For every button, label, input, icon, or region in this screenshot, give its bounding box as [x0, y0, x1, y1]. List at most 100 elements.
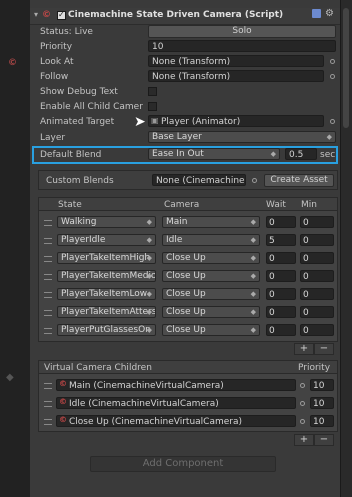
drag-handle-icon[interactable] [44, 292, 52, 298]
enable-children-checkbox[interactable] [148, 102, 157, 111]
state-value: PlayerTakeItemMedio [61, 271, 156, 281]
remove-child-button[interactable]: − [314, 434, 334, 446]
state-value: PlayerTakeItemHigh [61, 253, 151, 263]
object-picker-icon[interactable] [300, 383, 305, 388]
child-priority-field[interactable]: 10 [310, 397, 334, 409]
dropdown-arrow-icon: ◆ [146, 218, 152, 226]
camera-dropdown[interactable]: Close Up ◆ [162, 306, 260, 318]
animated-target-field[interactable]: Player (Animator) [148, 115, 324, 127]
object-picker-icon[interactable] [252, 178, 257, 183]
state-dropdown[interactable]: PlayerTakeItemMedio ◆ [57, 270, 156, 282]
object-picker-icon[interactable] [300, 401, 305, 406]
drag-handle-icon[interactable] [44, 383, 52, 389]
camera-dropdown[interactable]: Main ◆ [162, 216, 260, 228]
min-column-header: Min [301, 200, 317, 210]
lookat-label: Look At [40, 57, 74, 67]
remove-state-button[interactable]: − [314, 343, 334, 355]
min-field[interactable]: 0 [300, 216, 334, 228]
min-field[interactable]: 0 [300, 288, 334, 300]
state-dropdown[interactable]: PlayerTakeItemHigh ◆ [57, 252, 156, 264]
child-priority-field[interactable]: 10 [310, 415, 334, 427]
drag-handle-icon[interactable] [44, 256, 52, 262]
dropdown-arrow-icon: ◆ [146, 254, 152, 262]
scrollbar-thumb[interactable] [343, 8, 349, 128]
object-picker-icon[interactable] [330, 119, 335, 124]
add-child-button[interactable]: + [294, 434, 314, 446]
add-component-button[interactable]: Add Component [90, 456, 276, 472]
settings-icon[interactable]: ⚙ [325, 8, 334, 19]
min-field[interactable]: 0 [300, 252, 334, 264]
wait-field[interactable]: 0 [266, 324, 296, 336]
dropdown-arrow-icon: ◆ [326, 133, 332, 141]
min-field[interactable]: 0 [300, 234, 334, 246]
wait-column-header: Wait [266, 200, 286, 210]
drag-handle-icon[interactable] [44, 310, 52, 316]
object-picker-icon[interactable] [330, 74, 335, 79]
camera-value: Close Up [166, 307, 206, 317]
child-camera-field[interactable]: Idle (CinemachineVirtualCamera) [56, 397, 296, 409]
state-dropdown[interactable]: PlayerPutGlassesOn ◆ [57, 324, 156, 336]
follow-field[interactable]: None (Transform) [148, 70, 324, 82]
component-title: Cinemachine State Driven Camera (Script) [68, 10, 284, 20]
create-asset-button[interactable]: Create Asset [264, 174, 334, 187]
wait-field[interactable]: 5 [266, 234, 296, 246]
blend-time-field[interactable]: 0.5 [285, 148, 317, 160]
add-state-button[interactable]: + [294, 343, 314, 355]
mouse-cursor-icon: ➤ [134, 114, 146, 130]
camera-column-header: Camera [164, 200, 200, 210]
layer-dropdown[interactable]: Base Layer ◆ [148, 131, 336, 143]
camera-dropdown[interactable]: Close Up ◆ [162, 288, 260, 300]
camera-value: Close Up [166, 289, 206, 299]
cinemachine-icon: © [59, 397, 67, 406]
priority-column-header: Priority [298, 363, 331, 373]
camera-dropdown[interactable]: Idle ◆ [162, 234, 260, 246]
child-camera-field[interactable]: Close Up (CinemachineVirtualCamera) [56, 415, 296, 427]
camera-value: Close Up [166, 253, 206, 263]
state-dropdown[interactable]: PlayerTakeItemLow ◆ [57, 288, 156, 300]
state-dropdown[interactable]: PlayerTakeItemAtters ◆ [57, 306, 156, 318]
default-blend-dropdown[interactable]: Ease In Out ◆ [148, 148, 280, 160]
state-dropdown[interactable]: PlayerIdle ◆ [57, 234, 156, 246]
wait-field[interactable]: 0 [266, 270, 296, 282]
foldout-arrow-icon[interactable]: ▾ [34, 10, 38, 19]
object-picker-icon[interactable] [330, 59, 335, 64]
min-field[interactable]: 0 [300, 324, 334, 336]
wait-field[interactable]: 0 [266, 252, 296, 264]
min-field[interactable]: 0 [300, 270, 334, 282]
camera-value: Close Up [166, 325, 206, 335]
drag-handle-icon[interactable] [44, 220, 52, 226]
drag-handle-icon[interactable] [44, 401, 52, 407]
wait-field[interactable]: 0 [266, 288, 296, 300]
custom-blends-field[interactable]: None (Cinemachine [152, 174, 246, 186]
camera-value: Main [166, 217, 188, 227]
child-camera-field[interactable]: Main (CinemachineVirtualCamera) [56, 379, 296, 391]
component-enabled-checkbox[interactable]: ✓ [57, 10, 66, 20]
priority-field[interactable]: 10 [148, 40, 336, 52]
state-dropdown[interactable]: Walking ◆ [57, 216, 156, 228]
min-field[interactable]: 0 [300, 306, 334, 318]
child-priority-field[interactable]: 10 [310, 379, 334, 391]
drag-handle-icon[interactable] [44, 419, 52, 425]
dropdown-arrow-icon: ◆ [250, 308, 256, 316]
follow-label: Follow [40, 72, 69, 82]
dropdown-arrow-icon: ◆ [250, 254, 256, 262]
default-blend-label: Default Blend [40, 150, 102, 160]
camera-dropdown[interactable]: Close Up ◆ [162, 252, 260, 264]
camera-value: Idle [166, 235, 183, 245]
object-picker-icon[interactable] [300, 419, 305, 424]
lookat-field[interactable]: None (Transform) [148, 55, 324, 67]
help-icon[interactable] [312, 9, 321, 18]
camera-dropdown[interactable]: Close Up ◆ [162, 324, 260, 336]
drag-handle-icon[interactable] [44, 274, 52, 280]
state-value: PlayerIdle [61, 235, 106, 245]
debug-text-checkbox[interactable] [148, 87, 157, 96]
drag-handle-icon[interactable] [44, 238, 52, 244]
wait-field[interactable]: 0 [266, 216, 296, 228]
dropdown-arrow-icon: ◆ [250, 272, 256, 280]
children-header-label: Virtual Camera Children [44, 363, 152, 373]
drag-handle-icon[interactable] [44, 328, 52, 334]
dropdown-arrow-icon: ◆ [146, 326, 152, 334]
solo-button[interactable]: Solo [148, 25, 336, 38]
wait-field[interactable]: 0 [266, 306, 296, 318]
camera-dropdown[interactable]: Close Up ◆ [162, 270, 260, 282]
